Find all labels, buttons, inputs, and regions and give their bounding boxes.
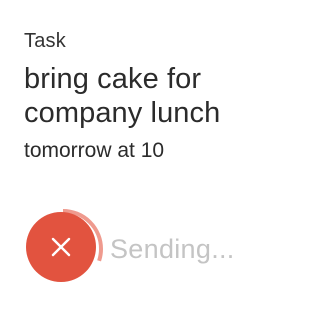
- cancel-button[interactable]: [26, 212, 96, 282]
- close-icon: [51, 237, 71, 257]
- card-type-label: Task: [24, 30, 66, 52]
- task-title: bring cake for company lunch: [24, 63, 221, 129]
- sending-status: Sending...: [110, 234, 235, 264]
- task-confirmation-screen: Task bring cake for company lunch tomorr…: [0, 0, 320, 320]
- task-due-time: tomorrow at 10: [24, 139, 165, 162]
